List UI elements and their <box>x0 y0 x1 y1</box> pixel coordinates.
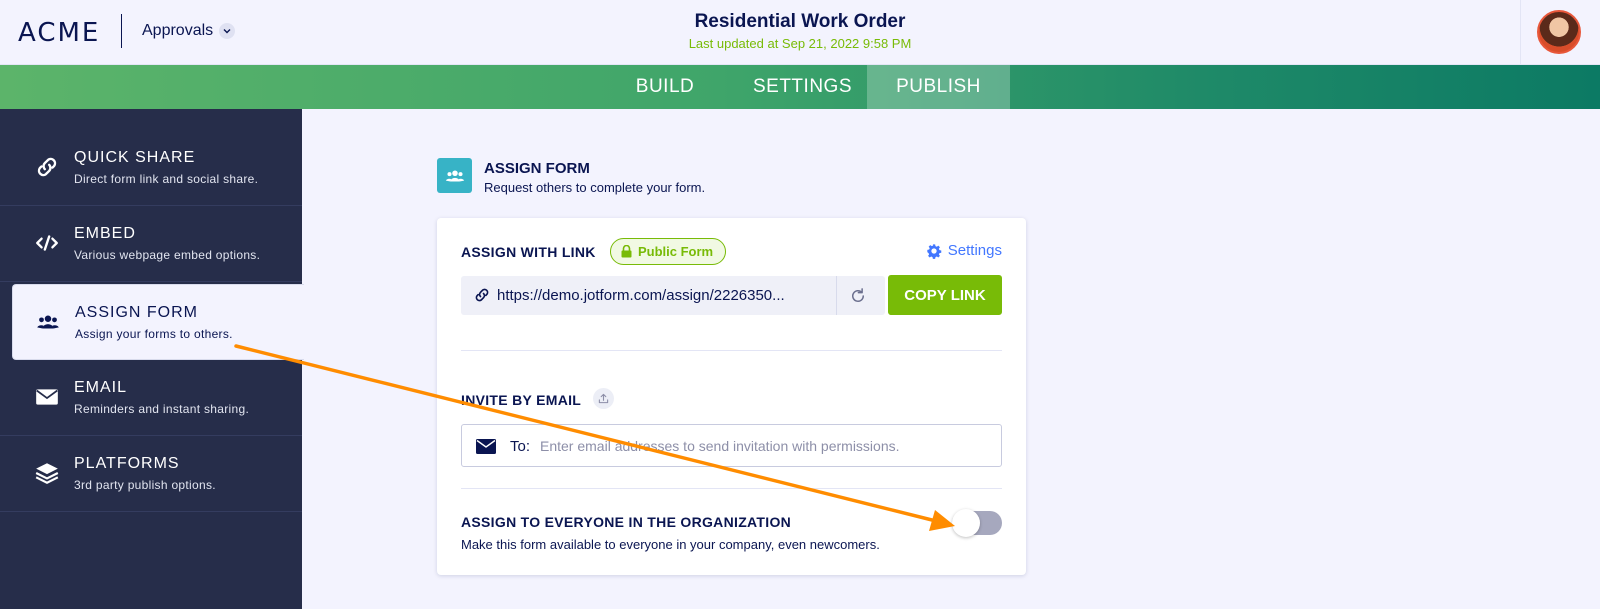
public-form-badge: Public Form <box>610 238 727 265</box>
users-icon <box>35 309 61 335</box>
import-emails-button[interactable] <box>593 388 614 409</box>
invite-by-email-label: INVITE BY EMAIL <box>461 392 582 408</box>
sidebar-item-label: EMBED <box>74 225 136 242</box>
settings-label: Settings <box>947 242 1002 259</box>
tab-settings[interactable]: SETTINGS <box>730 65 875 109</box>
users-icon <box>437 158 472 193</box>
to-label: To: <box>510 438 531 455</box>
form-link-url: https://demo.jotform.com/assign/2226350.… <box>497 287 785 304</box>
sidebar-item-desc: Various webpage embed options. <box>74 248 261 262</box>
sidebar-item-desc: 3rd party publish options. <box>74 478 216 492</box>
acme-logo[interactable]: ACME <box>18 18 100 48</box>
top-header: ACME Approvals Residential Work Order La… <box>0 0 1600 65</box>
sidebar-item-assign-form[interactable]: ASSIGN FORM Assign your forms to others. <box>12 284 304 360</box>
builder-nav: BUILD SETTINGS PUBLISH <box>0 65 1600 109</box>
refresh-icon <box>852 287 864 302</box>
sidebar-item-desc: Reminders and instant sharing. <box>74 402 250 416</box>
app-switcher[interactable]: Approvals <box>142 22 236 40</box>
layers-icon <box>34 460 60 486</box>
link-icon <box>473 286 491 309</box>
sidebar-item-quick-share[interactable]: QUICK SHARE Direct form link and social … <box>0 130 302 206</box>
form-title[interactable]: Residential Work Order <box>600 11 1000 33</box>
gear-icon <box>927 243 942 259</box>
link-settings-button[interactable]: Settings <box>926 242 1002 259</box>
chevron-down-icon <box>219 23 236 39</box>
last-updated: Last updated at Sep 21, 2022 9:58 PM <box>688 36 912 51</box>
sidebar-item-label: PLATFORMS <box>74 455 180 472</box>
sidebar-item-platforms[interactable]: PLATFORMS 3rd party publish options. <box>0 436 302 512</box>
tab-publish[interactable]: PUBLISH <box>867 65 1010 109</box>
assign-card: ASSIGN WITH LINK Public Form Settings ht… <box>437 218 1026 575</box>
header-divider <box>1520 0 1521 65</box>
sidebar-item-email[interactable]: EMAIL Reminders and instant sharing. <box>0 360 302 436</box>
divider <box>461 350 1002 351</box>
invite-email-field[interactable]: To: <box>461 424 1002 467</box>
sidebar-item-label: ASSIGN FORM <box>75 304 199 321</box>
assign-org-desc: Make this form available to everyone in … <box>461 537 880 552</box>
badge-label: Public Form <box>638 244 714 259</box>
email-input[interactable] <box>540 433 990 459</box>
envelope-icon <box>476 439 496 459</box>
user-avatar[interactable] <box>1537 10 1581 54</box>
section-subtitle: Request others to complete your form. <box>484 180 706 195</box>
copy-link-button[interactable]: COPY LINK <box>888 275 1002 315</box>
tab-build[interactable]: BUILD <box>600 65 730 109</box>
assign-with-link-label: ASSIGN WITH LINK <box>461 244 596 260</box>
code-icon <box>34 230 60 256</box>
lock-icon <box>621 245 632 258</box>
form-title-block: Residential Work Order Last updated at S… <box>600 11 1000 51</box>
logo-divider <box>121 14 122 48</box>
divider <box>461 488 1002 489</box>
sidebar-item-label: EMAIL <box>74 379 128 396</box>
link-icon <box>34 154 60 180</box>
refresh-link-button[interactable] <box>836 276 879 315</box>
toggle-knob <box>952 509 980 537</box>
sidebar-item-desc: Assign your forms to others. <box>75 327 233 341</box>
publish-sidebar: QUICK SHARE Direct form link and social … <box>0 109 304 609</box>
upload-icon <box>598 393 609 404</box>
envelope-icon <box>34 384 60 410</box>
assign-org-label: ASSIGN TO EVERYONE IN THE ORGANIZATION <box>461 514 792 530</box>
sidebar-item-label: QUICK SHARE <box>74 149 196 166</box>
assign-org-toggle[interactable] <box>952 509 1002 537</box>
sidebar-item-desc: Direct form link and social share. <box>74 172 259 186</box>
form-link-field[interactable]: https://demo.jotform.com/assign/2226350.… <box>461 276 885 315</box>
section-title: ASSIGN FORM <box>484 160 590 177</box>
app-switcher-label: Approvals <box>142 22 214 39</box>
sidebar-item-embed[interactable]: EMBED Various webpage embed options. <box>0 206 302 282</box>
